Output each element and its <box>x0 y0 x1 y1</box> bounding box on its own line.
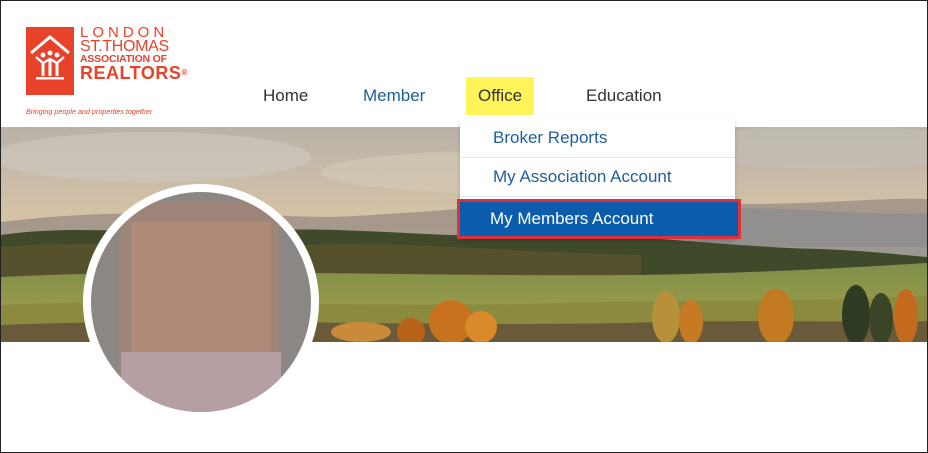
browser-viewport: LONDON ST.THOMAS ASSOCIATION OF REALTORS… <box>0 0 928 453</box>
logo-realtors-text: REALTORS <box>80 63 182 83</box>
registered-mark: ® <box>181 68 188 77</box>
menu-item-my-association-account[interactable]: My Association Account <box>460 158 735 197</box>
nav-item-home[interactable]: Home <box>263 77 308 115</box>
office-dropdown-menu: Broker Reports My Association Account My… <box>457 119 741 239</box>
logo-line-realtors: REALTORS® <box>80 63 240 83</box>
avatar-blur-face <box>131 222 271 372</box>
realtors-logo-icon[interactable] <box>26 27 74 95</box>
menu-item-my-members-account[interactable]: My Members Account <box>457 199 741 239</box>
nav-item-education[interactable]: Education <box>586 77 662 115</box>
logo-line-st-thomas: ST.THOMAS <box>80 38 169 55</box>
house-family-icon <box>30 35 70 80</box>
nav-item-member[interactable]: Member <box>363 77 425 115</box>
menu-item-broker-reports[interactable]: Broker Reports <box>460 119 735 158</box>
logo-tagline: Bringing people and properties together <box>26 107 153 116</box>
logo-wordmark[interactable]: LONDON ST.THOMAS ASSOCIATION OF REALTORS… <box>80 25 240 82</box>
avatar-blur-lower <box>121 352 281 412</box>
avatar[interactable] <box>91 192 311 412</box>
site-header: LONDON ST.THOMAS ASSOCIATION OF REALTORS… <box>1 1 927 127</box>
nav-item-office[interactable]: Office <box>466 77 535 115</box>
